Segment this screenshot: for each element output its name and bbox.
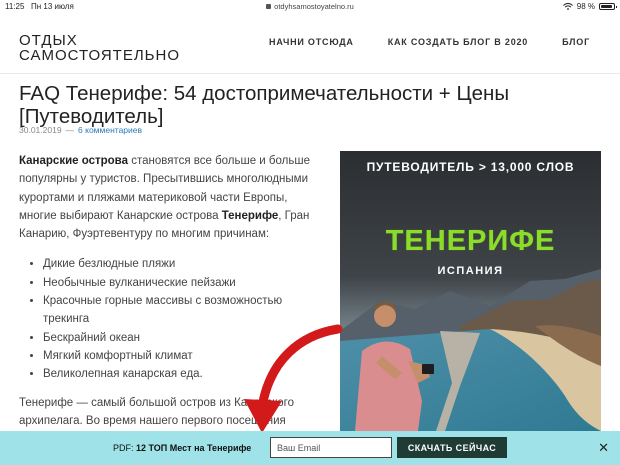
battery-icon: [599, 3, 617, 10]
site-logo[interactable]: ОТДЫХ САМОСТОЯТЕЛЬНО: [19, 33, 180, 63]
lock-icon: [266, 4, 272, 9]
intro-bold-canary: Канарские острова: [19, 155, 128, 167]
address-bar[interactable]: otdyhsamostoyatelno.ru: [0, 2, 620, 11]
red-arrow-icon: [244, 324, 343, 433]
close-icon[interactable]: ✕: [598, 440, 609, 456]
comments-link[interactable]: 6 комментариев: [78, 125, 142, 135]
guide-cover-image[interactable]: ПУТЕВОДИТЕЛЬ > 13,000 СЛОВ ТЕНЕРИФЕ ИСПА…: [340, 151, 601, 431]
meta-separator: —: [65, 125, 75, 135]
article-date: 30.01.2019: [19, 125, 62, 135]
logo-line-1: ОТДЫХ: [19, 32, 78, 49]
list-item: Дикие безлюдные пляжи: [43, 255, 319, 273]
article-meta: 30.01.2019—6 комментариев: [19, 125, 142, 135]
promo-title: 12 ТОП Мест на Тенерифе: [136, 443, 252, 453]
nav-create-blog[interactable]: КАК СОЗДАТЬ БЛОГ В 2020: [388, 37, 528, 47]
logo-line-2: САМОСТОЯТЕЛЬНО: [19, 47, 181, 64]
address-url: otdyhsamostoyatelno.ru: [274, 2, 354, 11]
download-now-button[interactable]: СКАЧАТЬ СЕЙЧАС: [397, 437, 507, 458]
guide-word-count: ПУТЕВОДИТЕЛЬ > 13,000 СЛОВ: [366, 160, 575, 174]
status-bar: 11:25 Пн 13 июля otdyhsamostoyatelno.ru …: [0, 0, 620, 13]
guide-country: ИСПАНИЯ: [437, 265, 504, 277]
main-nav: НАЧНИ ОТСЮДА КАК СОЗДАТЬ БЛОГ В 2020 БЛО…: [269, 37, 590, 47]
promo-text: PDF: 12 ТОП Мест на Тенерифе: [113, 443, 251, 453]
status-indicators: 98 %: [562, 2, 617, 11]
header-divider: [0, 73, 620, 74]
intro-bold-tenerife: Тенерифе: [221, 209, 279, 222]
nav-start-here[interactable]: НАЧНИ ОТСЮДА: [269, 37, 354, 47]
list-item: Необычные вулканические пейзажи: [43, 274, 319, 292]
wifi-icon: [562, 3, 573, 10]
intro-paragraph: Канарские острова становятся все больше …: [19, 152, 319, 243]
promo-prefix: PDF:: [113, 443, 137, 453]
battery-percent: 98 %: [576, 2, 595, 11]
nav-blog[interactable]: БЛОГ: [562, 37, 590, 47]
guide-city-title: ТЕНЕРИФЕ: [385, 225, 556, 257]
email-input[interactable]: [270, 437, 392, 458]
article-title: FAQ Тенерифе: 54 достопримечательности +…: [19, 82, 539, 128]
guide-landscape-illustration: [340, 151, 601, 431]
article-title-line-1: FAQ Тенерифе: 54 достопримечательности +…: [19, 82, 510, 105]
promo-bar: PDF: 12 ТОП Мест на Тенерифе СКАЧАТЬ СЕЙ…: [0, 431, 620, 465]
